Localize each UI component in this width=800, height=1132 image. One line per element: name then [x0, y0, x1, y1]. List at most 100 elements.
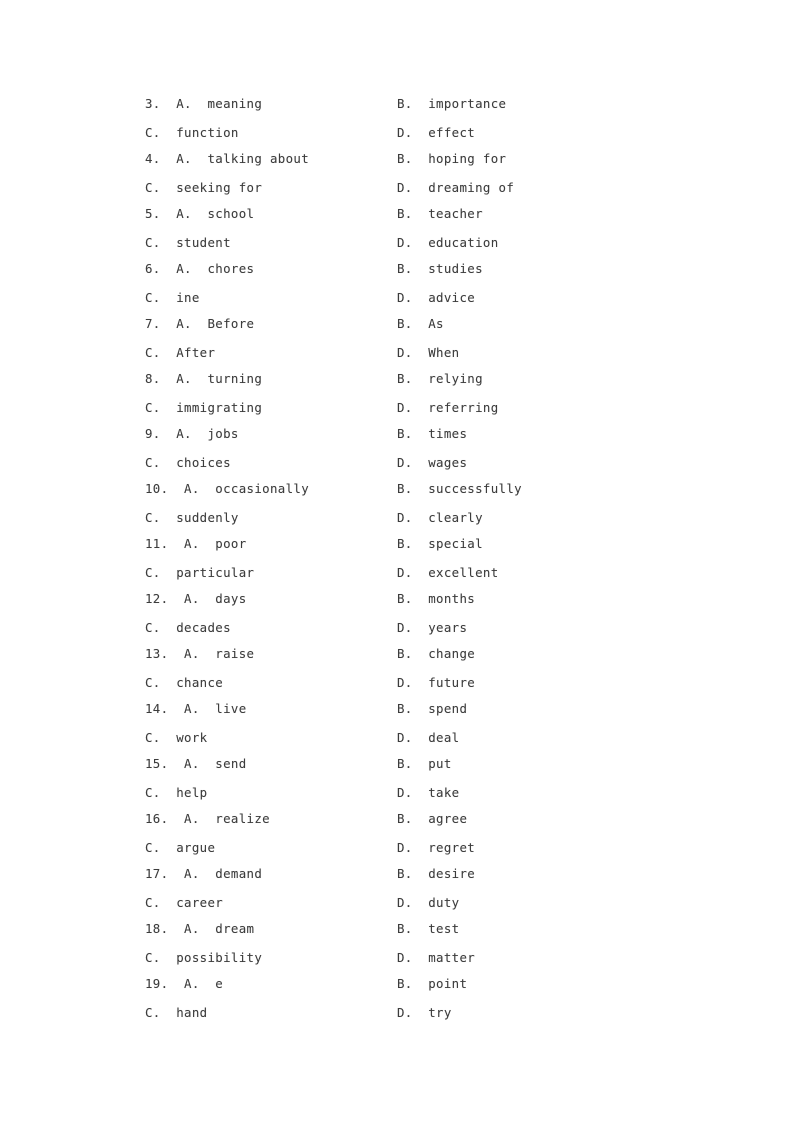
option-a[interactable]: 18. A. dream	[145, 921, 254, 937]
option-row-ab: 4. A. talking about B. hoping for	[0, 151, 800, 180]
option-d[interactable]: D. deal	[397, 730, 459, 746]
option-a[interactable]: 10. A. occasionally	[145, 481, 309, 497]
document-page: 3. A. meaning B. importance C. function D. …	[0, 0, 800, 1132]
option-b[interactable]: B. relying	[397, 371, 483, 387]
option-a[interactable]: 15. A. send	[145, 756, 247, 772]
option-row-ab: 3. A. meaning B. importance	[0, 96, 800, 125]
option-d[interactable]: D. referring	[397, 400, 499, 416]
option-row-cd: C. suddenly D. clearly	[0, 510, 800, 536]
option-d[interactable]: D. duty	[397, 895, 459, 911]
option-a[interactable]: 11. A. poor	[145, 536, 247, 552]
question-block: 8. A. turning B. relying C. immigrating D. …	[0, 371, 800, 426]
option-d[interactable]: D. try	[397, 1005, 452, 1021]
option-a[interactable]: 16. A. realize	[145, 811, 270, 827]
option-c[interactable]: C. immigrating	[145, 400, 262, 416]
option-c[interactable]: C. career	[145, 895, 223, 911]
option-row-ab: 8. A. turning B. relying	[0, 371, 800, 400]
question-block: 4. A. talking about B. hoping for C. seeki…	[0, 151, 800, 206]
option-d[interactable]: D. years	[397, 620, 467, 636]
option-a[interactable]: 12. A. days	[145, 591, 247, 607]
option-row-ab: 13. A. raise B. change	[0, 646, 800, 675]
option-row-ab: 14. A. live B. spend	[0, 701, 800, 730]
option-b[interactable]: B. put	[397, 756, 452, 772]
option-d[interactable]: D. excellent	[397, 565, 499, 581]
option-row-ab: 11. A. poor B. special	[0, 536, 800, 565]
option-c[interactable]: C. choices	[145, 455, 231, 471]
option-b[interactable]: B. As	[397, 316, 444, 332]
question-block: 14. A. live B. spend C. work D. deal	[0, 701, 800, 756]
option-b[interactable]: B. studies	[397, 261, 483, 277]
option-row-cd: C. work D. deal	[0, 730, 800, 756]
option-a[interactable]: 19. A. e	[145, 976, 223, 992]
option-a[interactable]: 14. A. live	[145, 701, 247, 717]
option-row-cd: C. ine D. advice	[0, 290, 800, 316]
option-b[interactable]: B. agree	[397, 811, 467, 827]
option-row-cd: C. student D. education	[0, 235, 800, 261]
option-a[interactable]: 6. A. chores	[145, 261, 254, 277]
option-d[interactable]: D. wages	[397, 455, 467, 471]
option-d[interactable]: D. dreaming of	[397, 180, 514, 196]
option-a[interactable]: 7. A. Before	[145, 316, 254, 332]
option-a[interactable]: 9. A. jobs	[145, 426, 239, 442]
question-block: 5. A. school B. teacher C. student D. educa…	[0, 206, 800, 261]
option-b[interactable]: B. successfully	[397, 481, 522, 497]
question-block: 19. A. e B. point C. hand D. try	[0, 976, 800, 1031]
option-row-ab: 15. A. send B. put	[0, 756, 800, 785]
option-c[interactable]: C. work	[145, 730, 207, 746]
option-c[interactable]: C. suddenly	[145, 510, 239, 526]
option-c[interactable]: C. particular	[145, 565, 254, 581]
option-d[interactable]: D. clearly	[397, 510, 483, 526]
option-d[interactable]: D. When	[397, 345, 459, 361]
option-a[interactable]: 4. A. talking about	[145, 151, 309, 167]
option-d[interactable]: D. effect	[397, 125, 475, 141]
option-c[interactable]: C. seeking for	[145, 180, 262, 196]
option-d[interactable]: D. regret	[397, 840, 475, 856]
option-c[interactable]: C. possibility	[145, 950, 262, 966]
question-list: 3. A. meaning B. importance C. function D. …	[0, 96, 800, 1031]
question-block: 7. A. Before B. As C. After D. When	[0, 316, 800, 371]
option-a[interactable]: 3. A. meaning	[145, 96, 262, 112]
option-row-cd: C. function D. effect	[0, 125, 800, 151]
option-b[interactable]: B. point	[397, 976, 467, 992]
option-c[interactable]: C. function	[145, 125, 239, 141]
question-block: 18. A. dream B. test C. possibility D. matt…	[0, 921, 800, 976]
option-b[interactable]: B. special	[397, 536, 483, 552]
option-a[interactable]: 5. A. school	[145, 206, 254, 222]
option-c[interactable]: C. help	[145, 785, 207, 801]
option-row-cd: C. career D. duty	[0, 895, 800, 921]
option-c[interactable]: C. chance	[145, 675, 223, 691]
option-b[interactable]: B. spend	[397, 701, 467, 717]
option-row-ab: 7. A. Before B. As	[0, 316, 800, 345]
question-block: 12. A. days B. months C. decades D. years	[0, 591, 800, 646]
option-a[interactable]: 8. A. turning	[145, 371, 262, 387]
option-c[interactable]: C. hand	[145, 1005, 207, 1021]
option-d[interactable]: D. future	[397, 675, 475, 691]
option-c[interactable]: C. ine	[145, 290, 200, 306]
option-d[interactable]: D. matter	[397, 950, 475, 966]
option-b[interactable]: B. months	[397, 591, 475, 607]
option-c[interactable]: C. student	[145, 235, 231, 251]
option-row-cd: C. hand D. try	[0, 1005, 800, 1031]
option-row-cd: C. help D. take	[0, 785, 800, 811]
option-row-cd: C. immigrating D. referring	[0, 400, 800, 426]
option-c[interactable]: C. argue	[145, 840, 215, 856]
question-block: 3. A. meaning B. importance C. function D. …	[0, 96, 800, 151]
question-block: 13. A. raise B. change C. chance D. future	[0, 646, 800, 701]
option-b[interactable]: B. hoping for	[397, 151, 506, 167]
option-b[interactable]: B. times	[397, 426, 467, 442]
option-d[interactable]: D. advice	[397, 290, 475, 306]
option-b[interactable]: B. test	[397, 921, 459, 937]
option-b[interactable]: B. importance	[397, 96, 506, 112]
option-d[interactable]: D. take	[397, 785, 459, 801]
option-b[interactable]: B. change	[397, 646, 475, 662]
option-row-ab: 6. A. chores B. studies	[0, 261, 800, 290]
option-d[interactable]: D. education	[397, 235, 499, 251]
option-a[interactable]: 17. A. demand	[145, 866, 262, 882]
option-row-ab: 17. A. demand B. desire	[0, 866, 800, 895]
option-c[interactable]: C. After	[145, 345, 215, 361]
option-b[interactable]: B. teacher	[397, 206, 483, 222]
option-c[interactable]: C. decades	[145, 620, 231, 636]
option-b[interactable]: B. desire	[397, 866, 475, 882]
option-a[interactable]: 13. A. raise	[145, 646, 254, 662]
question-block: 10. A. occasionally B. successfully C. sud…	[0, 481, 800, 536]
